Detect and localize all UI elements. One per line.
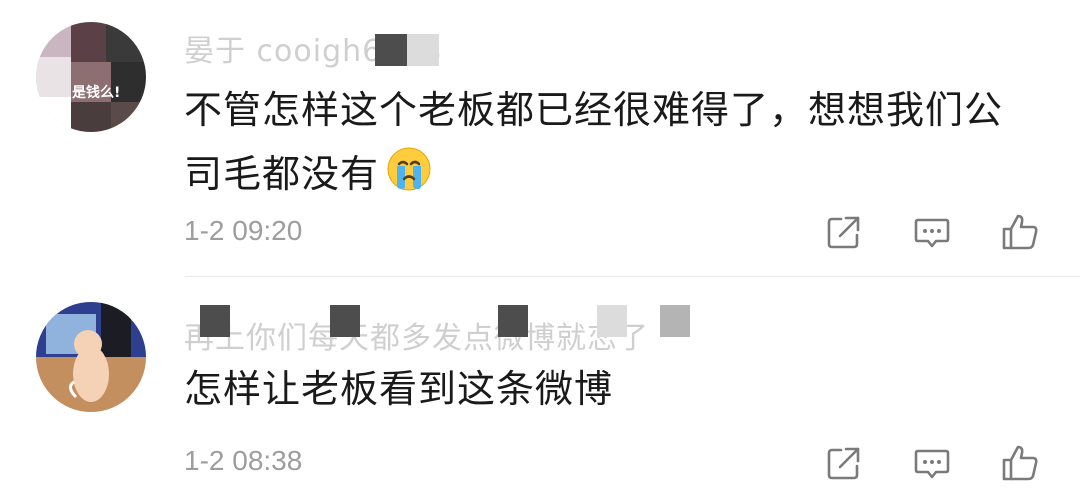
- comment-text-line: 司毛都没有: [184, 142, 1044, 206]
- username[interactable]: 再上你们每天都多发点微博就恋了: [184, 313, 649, 357]
- redaction-block: [597, 305, 627, 337]
- comment-text-span: 司毛都没有: [184, 152, 380, 196]
- avatar-image: [36, 22, 146, 132]
- share-icon: [827, 216, 860, 249]
- comment-text: 怎样让老板看到这条微博: [184, 357, 1044, 421]
- comment-item: 是钱么! 晏于 cooigh6868 不管怎样这个老板都已经很难得了，想想我们公…: [0, 0, 1080, 276]
- crying-face-icon: [387, 147, 431, 191]
- comment-icon: [914, 449, 950, 479]
- thumbs-up-icon: [1002, 445, 1038, 481]
- avatar-image: [36, 302, 146, 412]
- comment-text: 不管怎样这个老板都已经很难得了，想想我们公 司毛都没有: [184, 78, 1044, 206]
- redaction-block: [660, 305, 690, 337]
- comment-text-line: 不管怎样这个老板都已经很难得了，想想我们公: [184, 88, 1004, 132]
- redaction-block: [407, 34, 439, 66]
- avatar-caption: 是钱么!: [72, 85, 121, 101]
- redaction-block: [375, 34, 407, 66]
- like-button[interactable]: [998, 441, 1042, 485]
- redaction-block: [200, 305, 230, 337]
- comment-item: 再上你们每天都多发点微博就恋了 怎样让老板看到这条微博 1-2 08:38: [0, 277, 1080, 501]
- comment-text-line: 怎样让老板看到这条微博: [184, 367, 614, 411]
- thumbs-up-icon: [1002, 214, 1038, 250]
- timestamp: 1-2 08:38: [184, 445, 303, 476]
- avatar[interactable]: 是钱么!: [36, 22, 146, 132]
- reply-button[interactable]: [910, 210, 954, 254]
- redaction-block: [330, 305, 360, 337]
- share-button[interactable]: [822, 210, 866, 254]
- comment-icon: [914, 218, 950, 248]
- avatar[interactable]: [36, 302, 146, 412]
- reply-button[interactable]: [910, 441, 954, 485]
- share-button[interactable]: [822, 441, 866, 485]
- redaction-block: [498, 305, 528, 337]
- share-icon: [827, 447, 860, 480]
- timestamp: 1-2 09:20: [184, 215, 303, 246]
- like-button[interactable]: [998, 210, 1042, 254]
